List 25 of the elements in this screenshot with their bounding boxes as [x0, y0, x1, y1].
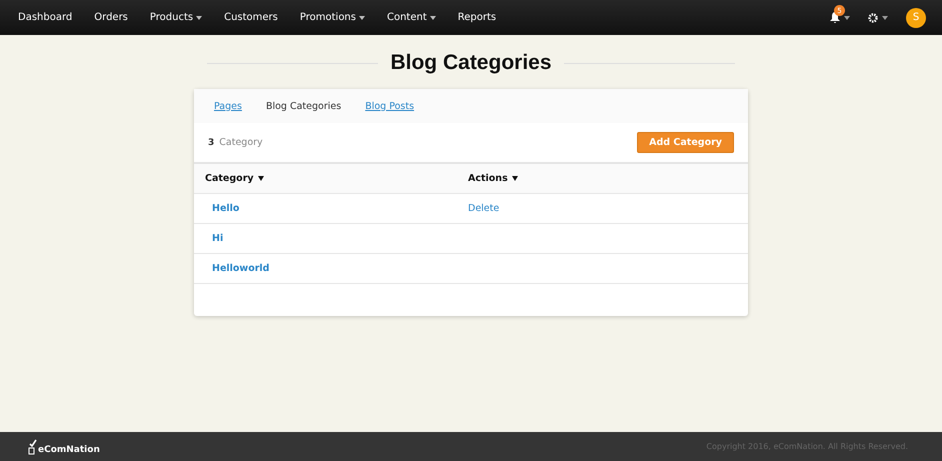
category-count: 3 — [208, 138, 214, 148]
category-link[interactable]: Helloworld — [194, 263, 457, 274]
sort-icon — [512, 176, 518, 181]
nav-link[interactable]: Content — [386, 12, 436, 23]
caret-icon — [882, 16, 888, 20]
column-header[interactable]: Category — [194, 173, 457, 184]
nav-link[interactable]: Customers — [224, 12, 278, 23]
tab[interactable]: Blog Posts — [365, 100, 414, 112]
column-header[interactable]: Actions — [457, 173, 748, 184]
tab[interactable]: Pages — [214, 100, 242, 112]
category-link[interactable]: Hi — [194, 233, 457, 244]
footer-logo: eComNation — [28, 438, 100, 454]
count-label: Category — [219, 137, 263, 148]
tab[interactable]: Blog Categories — [266, 100, 342, 112]
nav-link[interactable]: Reports — [458, 12, 496, 23]
category-link[interactable]: Hello — [194, 203, 457, 214]
caret-icon — [844, 16, 850, 20]
nav-link[interactable]: Orders — [94, 12, 128, 23]
sort-icon — [258, 176, 264, 181]
nav-link[interactable]: Dashboard — [18, 12, 72, 23]
delete-link[interactable]: Delete — [457, 203, 500, 214]
page-title: Blog Categories — [390, 51, 552, 75]
nav-link[interactable]: Products — [150, 12, 202, 23]
settings-icon[interactable] — [868, 12, 878, 22]
nav-link[interactable]: Promotions — [300, 12, 365, 23]
